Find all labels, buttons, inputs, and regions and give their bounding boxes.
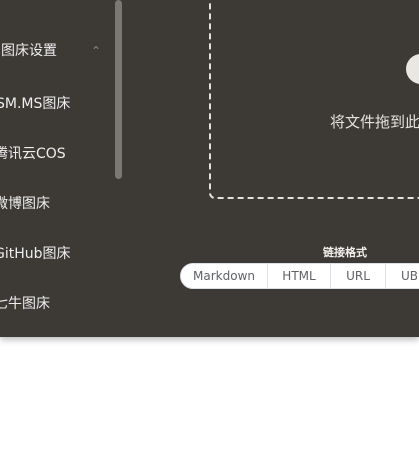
sidebar-item-label: 腾讯云COS	[0, 146, 66, 162]
format-markdown-button[interactable]: Markdown	[181, 264, 268, 288]
sidebar-item-label: 相册	[0, 0, 22, 8]
dropzone-text: 将文件拖到此处	[330, 113, 419, 131]
link-format-group: Markdown HTML URL UBB	[180, 263, 419, 289]
sidebar-item-label: 七牛图床	[0, 296, 50, 312]
app-window: 相册 图床设置 ⌃ SM.MS图床 腾讯云COS 微博图床 GitHub图床 七…	[0, 0, 419, 337]
sidebar-scrollbar[interactable]	[115, 0, 122, 179]
upload-dropzone[interactable]	[209, 0, 419, 199]
link-format-title: 链接格式	[323, 246, 367, 259]
format-html-button[interactable]: HTML	[268, 264, 331, 288]
sidebar-item-label: GitHub图床	[0, 246, 71, 262]
sidebar-item-label: 微博图床	[0, 196, 50, 212]
sidebar-item-label: SM.MS图床	[0, 96, 71, 112]
sidebar-item-label: 图床设置	[1, 43, 57, 59]
sidebar: 相册 图床设置 ⌃ SM.MS图床 腾讯云COS 微博图床 GitHub图床 七…	[0, 0, 123, 337]
format-ubb-button[interactable]: UBB	[386, 264, 419, 288]
format-url-button[interactable]: URL	[331, 264, 386, 288]
chevron-up-icon[interactable]: ⌃	[91, 36, 101, 66]
